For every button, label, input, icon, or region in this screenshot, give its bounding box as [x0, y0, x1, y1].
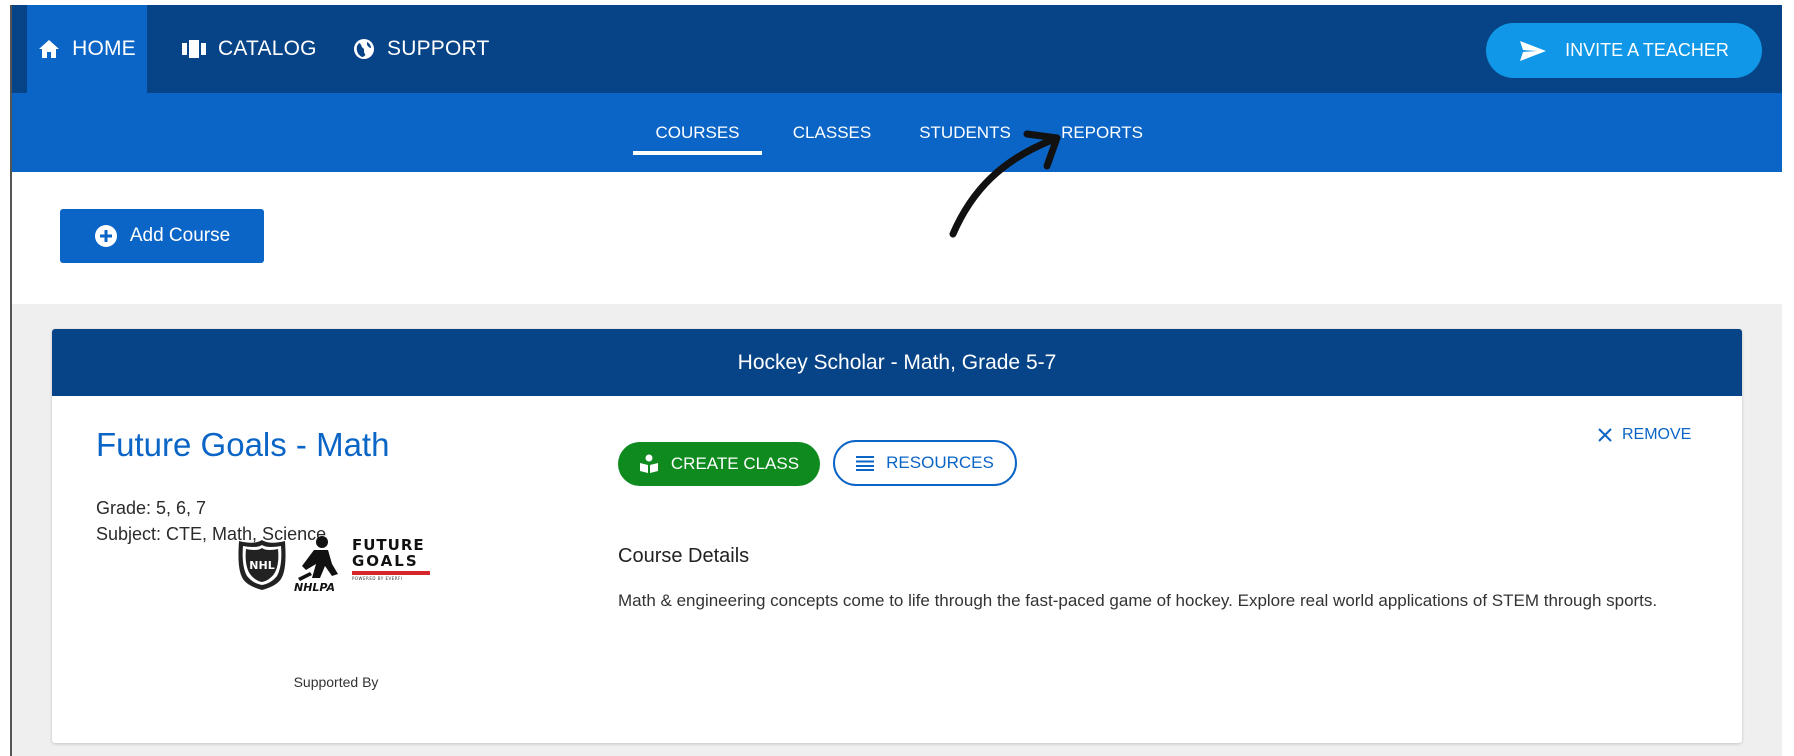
future-goals-line1: FUTURE — [352, 536, 425, 554]
nav-catalog-label: CATALOG — [218, 37, 317, 60]
remove-button[interactable]: REMOVE — [1598, 426, 1691, 444]
nav-support[interactable]: SUPPORT — [353, 5, 490, 93]
nav-home[interactable]: HOME — [27, 5, 147, 93]
resources-button[interactable]: RESOURCES — [833, 440, 1017, 486]
tab-reports-label: REPORTS — [1061, 122, 1143, 142]
add-course-label: Add Course — [129, 225, 231, 246]
tab-classes[interactable]: CLASSES — [784, 93, 880, 172]
course-card: Hockey Scholar - Math, Grade 5-7 Future … — [52, 329, 1742, 743]
svg-text:NHL: NHL — [249, 559, 274, 572]
future-goals-line2: GOALS — [352, 552, 419, 570]
tab-courses-label: COURSES — [655, 122, 740, 142]
invite-teacher-button[interactable]: INVITE A TEACHER — [1486, 23, 1762, 78]
course-title[interactable]: Future Goals - Math — [96, 426, 389, 464]
tab-classes-label: CLASSES — [792, 122, 872, 142]
remove-label: REMOVE — [1622, 426, 1692, 443]
catalog-icon — [182, 40, 206, 58]
tab-students-label: STUDENTS — [919, 122, 1011, 142]
tab-reports[interactable]: REPORTS — [1052, 93, 1152, 172]
tab-students[interactable]: STUDENTS — [910, 93, 1020, 172]
nhl-logo: NHL — [238, 540, 286, 590]
invite-teacher-label: INVITE A TEACHER — [1565, 40, 1729, 60]
course-toolbar: Add Course — [12, 172, 1782, 304]
supported-by-label: Supported By — [293, 674, 379, 690]
top-navigation: HOME CATALOG SUPPORT INVITE A TEACHER — [12, 5, 1782, 93]
nav-catalog[interactable]: CATALOG — [182, 5, 317, 93]
tab-courses[interactable]: COURSES — [633, 93, 762, 172]
nhlpa-logo: NHLPA — [294, 536, 338, 594]
partner-logos: NHL NHLPA FUTURE GOALS POWERED BY EVERFI — [237, 534, 437, 614]
resources-label: RESOURCES — [886, 453, 994, 472]
add-course-button[interactable]: Add Course — [60, 209, 264, 263]
app-frame: HOME CATALOG SUPPORT INVITE A TEACHER CO… — [10, 5, 1782, 756]
future-goals-logo: FUTURE GOALS POWERED BY EVERFI — [352, 537, 432, 581]
plus-circle-icon — [94, 225, 117, 247]
home-icon — [39, 40, 60, 58]
course-card-header: Hockey Scholar - Math, Grade 5-7 — [52, 329, 1742, 396]
nav-home-label: HOME — [72, 37, 136, 60]
create-class-label: CREATE CLASS — [670, 454, 800, 473]
course-header-title: Hockey Scholar - Math, Grade 5-7 — [737, 350, 1057, 374]
create-class-button[interactable]: CREATE CLASS — [618, 442, 820, 486]
nav-support-label: SUPPORT — [387, 37, 490, 60]
course-grade: Grade: 5, 6, 7 — [96, 498, 207, 518]
globe-icon — [354, 39, 374, 59]
future-goals-powered: POWERED BY EVERFI — [352, 576, 403, 581]
list-icon — [856, 456, 875, 471]
svg-text:NHLPA: NHLPA — [294, 581, 335, 594]
course-details-text: Math & engineering concepts come to life… — [618, 591, 1658, 610]
send-icon — [1520, 40, 1547, 61]
future-goals-stripe — [352, 571, 430, 575]
course-details-heading: Course Details — [618, 545, 750, 567]
close-icon — [1598, 428, 1612, 442]
sub-navigation: COURSES CLASSES STUDENTS REPORTS — [12, 93, 1782, 172]
book-reader-icon — [639, 454, 658, 473]
